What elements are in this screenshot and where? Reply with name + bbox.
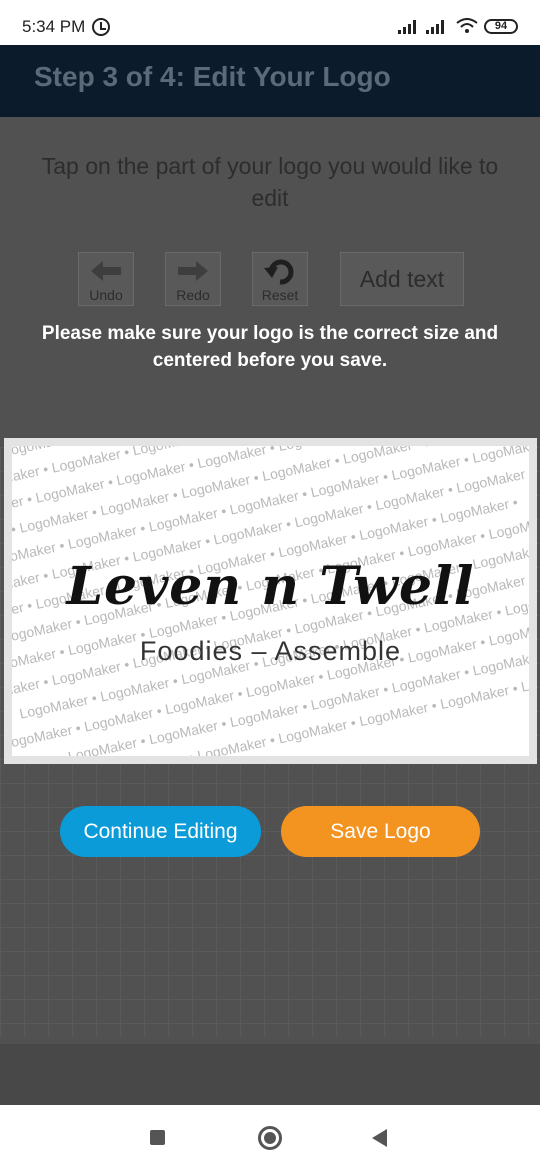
home-icon[interactable]	[258, 1126, 282, 1150]
overlay-message: Please make sure your logo is the correc…	[41, 323, 499, 371]
redo-label: Redo	[176, 287, 210, 303]
logo-preview: LogoMaker • LogoMaker • LogoMaker • Logo…	[4, 438, 537, 764]
instruction-text: Tap on the part of your logo you would l…	[41, 153, 499, 211]
page-title: Step 3 of 4: Edit Your Logo	[34, 61, 391, 92]
logo-tagline: Foodies – Assemble	[139, 636, 402, 666]
logo-name: Leven n Twell	[66, 556, 475, 617]
reset-icon	[264, 259, 294, 285]
logo-canvas: LogoMaker • LogoMaker • LogoMaker • Logo…	[12, 446, 529, 756]
undo-button[interactable]: Undo	[78, 252, 134, 306]
recent-apps-icon[interactable]	[150, 1130, 165, 1145]
add-text-button[interactable]: Add text	[340, 252, 464, 306]
signal-icon	[426, 20, 448, 34]
back-icon[interactable]	[372, 1129, 387, 1147]
status-bar: 5:34 PM 94	[0, 0, 540, 45]
save-logo-button[interactable]: Save Logo	[281, 806, 480, 857]
signal-icon	[398, 20, 420, 34]
undo-label: Undo	[89, 287, 123, 303]
reset-button[interactable]: Reset	[252, 252, 308, 306]
nav-bar	[0, 1105, 540, 1170]
app-header: Step 3 of 4: Edit Your Logo	[0, 45, 540, 117]
continue-editing-button[interactable]: Continue Editing	[60, 806, 261, 857]
battery-icon: 94	[484, 19, 518, 34]
wifi-icon	[456, 18, 478, 34]
redo-button[interactable]: Redo	[165, 252, 221, 306]
redo-arrow-icon	[178, 261, 208, 281]
alarm-icon	[92, 18, 110, 36]
undo-arrow-icon	[91, 261, 121, 281]
status-time: 5:34 PM	[22, 17, 86, 36]
reset-label: Reset	[261, 287, 299, 303]
bottom-band	[0, 1044, 540, 1105]
